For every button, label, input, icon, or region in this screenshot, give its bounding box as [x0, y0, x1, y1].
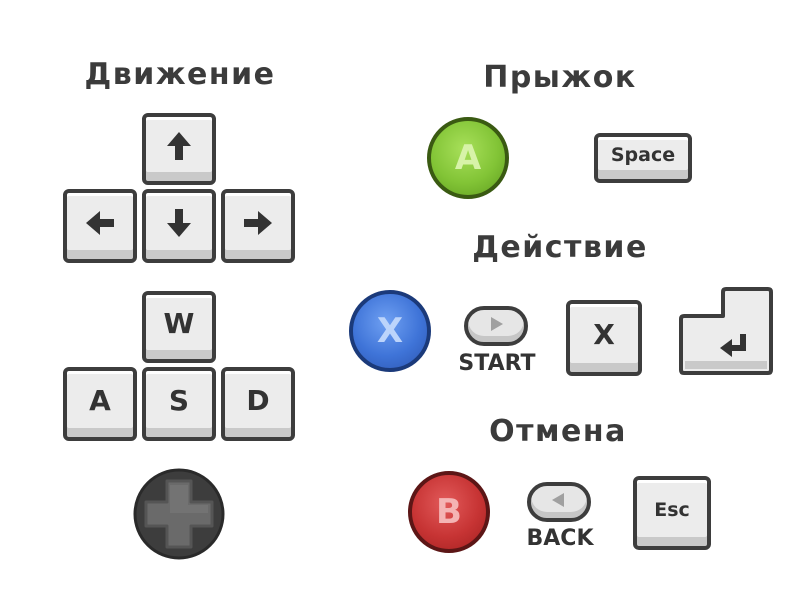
arrow-up-key[interactable]: [142, 113, 216, 185]
w-key[interactable]: W: [142, 291, 216, 363]
play-triangle-icon: [491, 317, 503, 331]
s-key-label: S: [168, 384, 190, 417]
space-key[interactable]: Space: [594, 133, 692, 183]
arrow-right-icon: [244, 210, 272, 235]
gamepad-b-button[interactable]: B: [408, 471, 490, 553]
a-key[interactable]: A: [63, 367, 137, 441]
x-key[interactable]: X: [566, 300, 642, 376]
arrow-down-icon: [167, 208, 191, 237]
a-key-label: A: [89, 384, 111, 417]
x-key-label: X: [593, 318, 615, 351]
action-heading: Действие: [472, 230, 648, 265]
dpad-icon[interactable]: [132, 467, 226, 561]
gamepad-x-button[interactable]: X: [349, 290, 431, 372]
space-key-label: Space: [610, 143, 676, 166]
gamepad-a-label: A: [454, 138, 482, 178]
arrow-right-key[interactable]: [221, 189, 295, 263]
s-key[interactable]: S: [142, 367, 216, 441]
d-key-label: D: [246, 384, 270, 417]
back-triangle-icon: [552, 493, 564, 507]
start-caption: START: [458, 351, 536, 376]
movement-heading: Движение: [84, 57, 276, 92]
w-key-label: W: [163, 307, 195, 340]
jump-heading: Прыжок: [483, 60, 637, 95]
gamepad-x-label: X: [376, 311, 404, 351]
d-key[interactable]: D: [221, 367, 295, 441]
esc-key-label: Esc: [654, 498, 690, 521]
gamepad-a-button[interactable]: A: [427, 117, 509, 199]
cancel-heading: Отмена: [489, 414, 627, 449]
arrow-down-key[interactable]: [142, 189, 216, 263]
enter-key[interactable]: [678, 286, 774, 376]
arrow-up-icon: [167, 131, 191, 160]
back-caption: BACK: [526, 526, 594, 551]
arrow-left-icon: [86, 210, 114, 235]
esc-key[interactable]: Esc: [633, 476, 711, 550]
gamepad-b-label: B: [436, 492, 462, 532]
arrow-left-key[interactable]: [63, 189, 137, 263]
back-button[interactable]: [527, 482, 591, 522]
start-button[interactable]: [464, 306, 528, 346]
